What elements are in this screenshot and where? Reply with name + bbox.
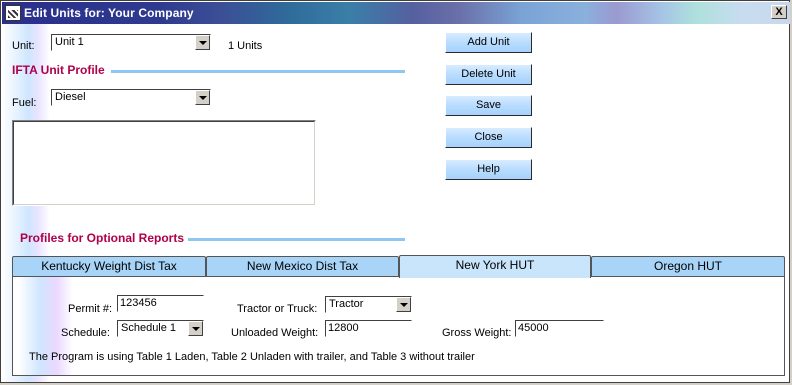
tab-oregon-hut[interactable]: Oregon HUT: [591, 256, 785, 276]
unloaded-weight-value: 12800: [328, 322, 359, 334]
tab-new-york-hut[interactable]: New York HUT: [399, 255, 591, 278]
unit-select-value: Unit 1: [55, 36, 84, 48]
unit-label: Unit:: [12, 40, 35, 52]
permit-field[interactable]: 123456: [117, 295, 204, 312]
unit-select[interactable]: Unit 1: [51, 34, 211, 51]
schedule-select-value: Schedule 1: [121, 322, 177, 334]
permit-value: 123456: [120, 297, 157, 309]
fuel-select[interactable]: Diesel: [51, 89, 211, 106]
chevron-down-icon[interactable]: [195, 90, 210, 105]
unloaded-weight-field[interactable]: 12800: [325, 320, 412, 337]
tab-new-mexico-dist-tax[interactable]: New Mexico Dist Tax: [206, 256, 399, 276]
gross-weight-label: Gross Weight:: [442, 327, 512, 339]
tab-kentucky-weight-dist-tax[interactable]: Kentucky Weight Dist Tax: [12, 256, 206, 276]
gross-weight-value: 45000: [518, 322, 549, 334]
chevron-down-icon[interactable]: [396, 297, 411, 312]
ifta-heading: IFTA Unit Profile: [12, 63, 105, 77]
optional-reports-divider: [188, 238, 405, 241]
add-unit-button[interactable]: Add Unit: [445, 32, 532, 53]
fuel-select-value: Diesel: [55, 91, 86, 103]
close-button[interactable]: Close: [445, 127, 532, 148]
window-title: Edit Units for: Your Company: [24, 6, 194, 20]
tractor-truck-label: Tractor or Truck:: [237, 303, 318, 315]
edit-units-window: Edit Units for: Your Company X Unit: Uni…: [0, 0, 790, 383]
tractor-truck-select[interactable]: Tractor: [325, 296, 412, 313]
unit-count: 1 Units: [228, 40, 263, 52]
table-usage-note: The Program is using Table 1 Laden, Tabl…: [29, 351, 475, 363]
title-bar[interactable]: Edit Units for: Your Company X: [2, 2, 790, 24]
schedule-label: Schedule:: [61, 327, 110, 339]
app-icon: [5, 5, 21, 21]
save-button[interactable]: Save: [445, 95, 532, 116]
help-button[interactable]: Help: [445, 159, 532, 180]
fuel-label: Fuel:: [12, 97, 37, 109]
optional-reports-heading: Profiles for Optional Reports: [20, 231, 185, 245]
ifta-divider: [111, 70, 405, 73]
close-window-button[interactable]: X: [771, 5, 787, 19]
schedule-select[interactable]: Schedule 1: [117, 320, 204, 337]
unloaded-weight-label: Unloaded Weight:: [231, 327, 319, 339]
gross-weight-field[interactable]: 45000: [515, 320, 604, 337]
tractor-truck-select-value: Tractor: [329, 298, 364, 310]
delete-unit-button[interactable]: Delete Unit: [445, 64, 532, 85]
chevron-down-icon[interactable]: [195, 35, 210, 50]
chevron-down-icon[interactable]: [188, 321, 203, 336]
notes-memo[interactable]: [12, 120, 316, 206]
permit-label: Permit #:: [68, 303, 113, 315]
